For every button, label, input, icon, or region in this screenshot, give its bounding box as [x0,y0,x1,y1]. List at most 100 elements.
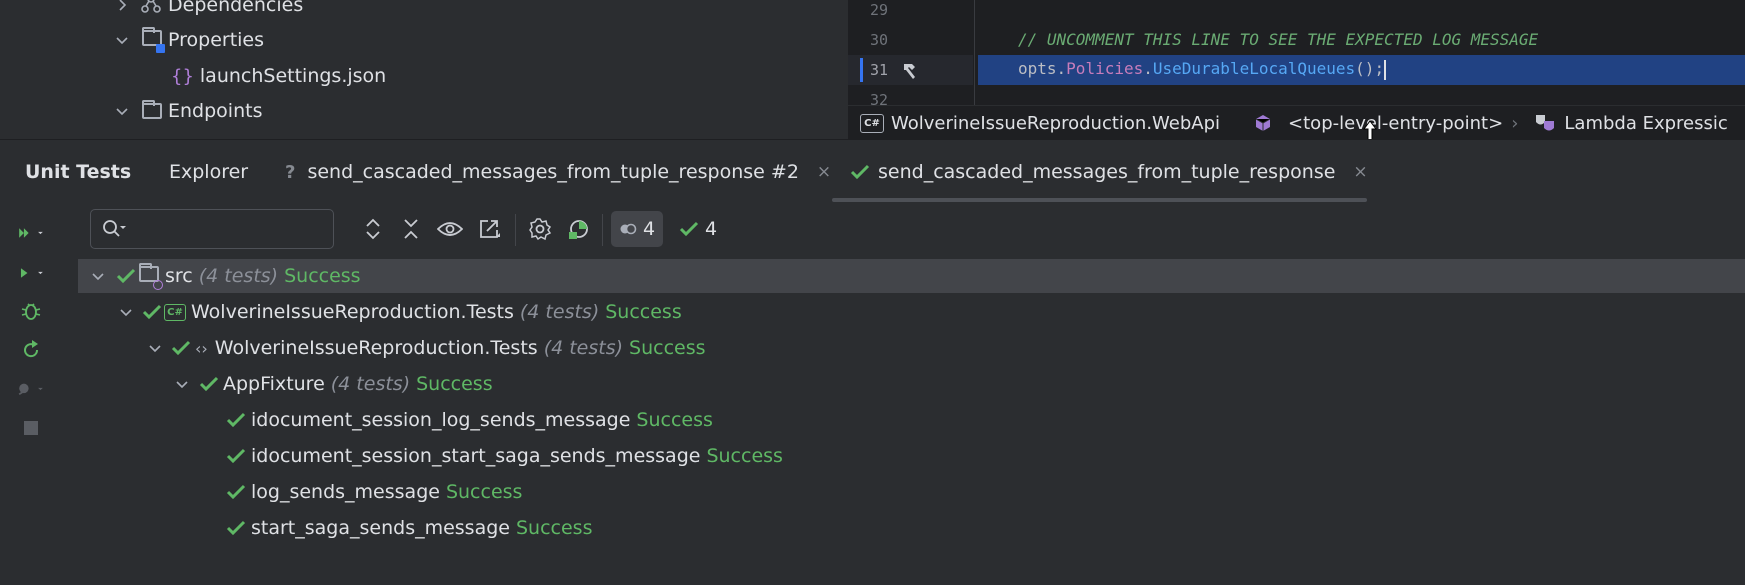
tree-item-endpoints[interactable]: Endpoints [114,94,262,128]
coverage-button[interactable] [566,216,592,242]
chevron-down-icon[interactable] [90,268,106,284]
breadcrumb-entry-point[interactable]: <top-level-entry-point> [1288,113,1503,134]
test-case[interactable]: start_saga_sends_message Success [78,511,1745,545]
test-count: (4 tests) [198,265,279,287]
export-button[interactable] [477,216,503,242]
run-button[interactable] [18,260,44,286]
toolbar-separator [602,214,603,246]
node-label: WolverineIssueReproduction.Tests [191,301,514,323]
line-number: 29 [870,1,889,19]
node-label: WolverineIssueReproduction.Tests [214,337,538,359]
settings-button[interactable] [527,216,553,242]
rerun-button[interactable] [18,337,44,363]
check-icon [226,484,246,500]
collapse-all-button[interactable] [398,216,424,242]
close-icon[interactable]: × [1353,162,1367,182]
collapse-all-icon [404,219,418,239]
status-text: Success [416,373,493,395]
tree-item-label: Dependencies [168,0,304,16]
node-label: AppFixture [223,373,325,395]
chevron-down-icon[interactable] [174,376,190,392]
passed-tests-filter[interactable]: 4 [679,211,717,247]
breadcrumb-project[interactable]: WolverineIssueReproduction.WebApi [891,113,1220,134]
check-icon [679,221,699,237]
code-comment: // UNCOMMENT THIS LINE TO SEE THE EXPECT… [1018,30,1539,49]
test-tree: src (4 tests) Success C# WolverineIssueR… [78,256,1745,585]
csharp-project-icon: C# [860,113,884,133]
lambda-masks-icon [1536,115,1555,131]
stop-icon [24,421,38,435]
check-icon [850,164,870,180]
run-icon [20,268,43,278]
expand-all-button[interactable] [360,216,386,242]
folder-icon [142,100,162,119]
chevron-right-icon[interactable] [114,0,130,13]
close-icon[interactable]: × [817,162,831,182]
status-text: Success [445,481,523,503]
tree-node-namespace[interactable]: ‹› WolverineIssueReproduction.Tests (4 t… [78,331,1745,365]
breadcrumbs: C# WolverineIssueReproduction.WebApi <to… [848,105,1745,139]
code-line: opts.Policies.UseDurableLocalQueues(); [1018,59,1387,80]
runner-toolbar [0,203,79,585]
tree-node-src[interactable]: src (4 tests) Success [78,259,1745,293]
status-text: Success [636,409,713,431]
show-button[interactable] [437,216,463,242]
code-editor[interactable]: 29 30 31 32 // UNCOMMENT THIS LINE TO SE… [848,0,1745,139]
gutter-divider [974,0,975,105]
check-icon [171,340,191,356]
source-folder-icon [139,263,163,290]
chevron-down-icon[interactable] [147,340,163,356]
debug-button[interactable] [18,298,44,324]
chevron-down-icon[interactable] [118,304,134,320]
check-icon [142,304,162,320]
stop-button[interactable] [18,415,44,441]
tab-explorer[interactable]: Explorer [169,140,248,204]
properties-folder-icon [142,27,165,53]
total-count: 4 [642,218,656,240]
total-tests-filter[interactable]: 4 [611,211,663,247]
resize-cursor-icon [1363,120,1377,139]
rerun-icon [24,340,39,358]
coverage-icon [569,220,588,239]
profile-button[interactable] [18,376,44,402]
expand-all-icon [366,218,380,240]
search-icon [103,220,126,237]
unit-tests-tool-header: Unit Tests Explorer ? send_cascaded_mess… [0,139,1745,203]
passed-count: 4 [705,218,718,240]
tree-item-properties[interactable]: Properties [114,23,264,57]
run-all-icon [19,228,43,238]
tab-label: send_cascaded_messages_from_tuple_respon… [878,161,1336,183]
json-file-icon: {} [171,65,194,87]
line-number: 30 [870,31,889,49]
run-all-button[interactable] [18,220,44,246]
chevron-down-icon[interactable] [114,103,130,119]
check-icon [226,412,246,428]
tab-session-2[interactable]: ? send_cascaded_messages_from_tuple_resp… [285,140,831,204]
test-case[interactable]: log_sends_message Success [78,475,1745,509]
chevron-down-icon[interactable] [114,32,130,48]
namespace-icon: ‹› [195,338,208,358]
change-marker [860,58,863,82]
export-icon [480,220,500,238]
breadcrumb-lambda[interactable]: Lambda Expressic [1564,113,1727,134]
cube-icon [1255,115,1271,131]
status-text: Success [515,517,593,539]
search-field[interactable] [90,209,334,249]
test-case[interactable]: idocument_session_start_saga_sends_messa… [78,439,1745,473]
hammer-icon[interactable] [900,59,922,81]
unknown-status-icon: ? [285,161,296,183]
tool-window-title[interactable]: Unit Tests [25,140,131,204]
test-name: idocument_session_start_saga_sends_messa… [251,445,701,467]
tree-node-fixture[interactable]: AppFixture (4 tests) Success [78,367,1745,401]
search-input[interactable] [133,216,327,244]
tree-node-project[interactable]: C# WolverineIssueReproduction.Tests (4 t… [78,295,1745,329]
test-case[interactable]: idocument_session_log_sends_message Succ… [78,403,1745,437]
tree-item-dependencies[interactable]: Dependencies [114,0,303,22]
tab-session-active[interactable]: send_cascaded_messages_from_tuple_respon… [850,140,1368,204]
tree-item-label: Properties [168,29,265,51]
test-count: (4 tests) [330,373,411,395]
dependencies-icon [141,0,161,13]
check-icon [199,376,219,392]
tree-item-launchsettings[interactable]: {} launchSettings.json [171,59,386,93]
test-count: (4 tests) [519,301,600,323]
